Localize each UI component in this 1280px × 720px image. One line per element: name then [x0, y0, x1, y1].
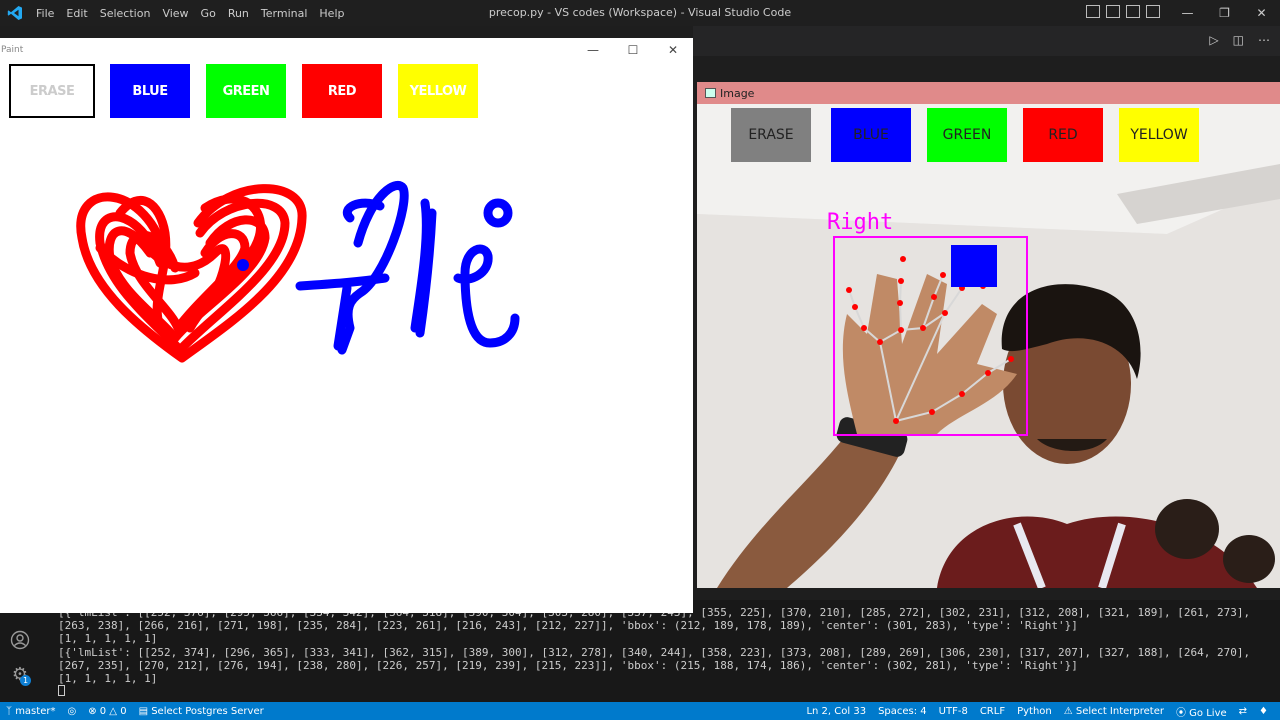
terminal-line: [1, 1, 1, 1, 1] — [58, 672, 158, 686]
postgres-status[interactable]: ▤ Select Postgres Server — [133, 706, 270, 717]
minimize-icon[interactable]: — — [1169, 0, 1206, 26]
menu-view[interactable]: View — [156, 7, 194, 20]
paint-erase-button[interactable]: ERASE — [9, 64, 95, 118]
brush-indicator — [951, 245, 997, 287]
menu-edit[interactable]: Edit — [60, 7, 93, 20]
image-titlebar: Image — [697, 82, 1280, 104]
camera-feed: Right ERASE BLUE GREEN RED YELLOW — [697, 104, 1280, 588]
editor-actions: ▷ ◫ ⋯ — [1209, 33, 1270, 47]
menu-bar: File Edit Selection View Go Run Terminal Help — [30, 7, 350, 20]
hand-label: Right — [827, 210, 893, 235]
vscode-logo-icon — [0, 0, 30, 26]
golive-label: Go Live — [1189, 707, 1227, 719]
golive-status[interactable]: ⦿ Go Live — [1170, 704, 1233, 719]
line-ending[interactable]: CRLF — [974, 706, 1011, 717]
paint-red-button[interactable]: RED — [302, 64, 382, 118]
interpreter-status[interactable]: ⚠ Select Interpreter — [1058, 706, 1170, 717]
image-red-button[interactable]: RED — [1023, 108, 1103, 162]
encoding[interactable]: UTF-8 — [933, 706, 974, 717]
notifications-bell-icon[interactable]: ♦ — [1253, 706, 1274, 717]
toggle-sidebar-icon[interactable] — [1086, 5, 1100, 18]
restore-icon[interactable]: ❐ — [1206, 0, 1243, 26]
terminal-line: [{'lmList': [[252, 374], [296, 365], [33… — [58, 645, 1257, 672]
image-window: Image Right ERASE BLUE GREEN RED YELLOW — [697, 82, 1280, 588]
paint-yellow-button[interactable]: YELLOW — [398, 64, 478, 118]
interpreter-label: Select Interpreter — [1075, 705, 1164, 717]
error-count: 0 — [99, 705, 107, 717]
toggle-secondary-sidebar-icon[interactable] — [1126, 5, 1140, 18]
language-mode[interactable]: Python — [1011, 706, 1058, 717]
terminal-panel[interactable]: [{'lmList': [[252, 376], [295, 366], [33… — [40, 600, 1280, 702]
activity-bar: ⚙ 1 — [0, 613, 40, 702]
terminal-line: [1, 1, 1, 1, 1] — [58, 632, 158, 646]
menu-terminal[interactable]: Terminal — [255, 7, 314, 20]
settings-gear-icon[interactable]: ⚙ 1 — [0, 657, 40, 691]
heart-drawing — [76, 184, 307, 363]
paint-green-button[interactable]: GREEN — [206, 64, 286, 118]
image-window-icon — [705, 88, 716, 98]
postgres-label: Select Postgres Server — [151, 705, 264, 717]
account-icon[interactable] — [0, 623, 40, 657]
remote-sync-icon[interactable]: ◎ — [61, 706, 82, 717]
blue-dot-drawing — [237, 259, 249, 271]
more-actions-icon[interactable]: ⋯ — [1258, 33, 1270, 47]
camera-scene: Right — [697, 104, 1280, 588]
terminal-output: [{'lmList': [[252, 376], [295, 366], [33… — [58, 606, 1268, 699]
branch-name: master* — [15, 705, 56, 717]
split-editor-icon[interactable]: ◫ — [1233, 33, 1244, 47]
cursor-position[interactable]: Ln 2, Col 33 — [800, 706, 872, 717]
problems-status[interactable]: ⊗ 0 △ 0 — [82, 706, 132, 717]
toggle-panel-icon[interactable] — [1106, 5, 1120, 18]
menu-selection[interactable]: Selection — [94, 7, 157, 20]
image-erase-button[interactable]: ERASE — [731, 108, 811, 162]
status-right: Ln 2, Col 33 Spaces: 4 UTF-8 CRLF Python… — [800, 702, 1274, 720]
run-file-icon[interactable]: ▷ — [1209, 33, 1218, 47]
settings-badge: 1 — [20, 675, 31, 686]
close-icon[interactable]: ✕ — [1243, 0, 1280, 26]
image-blue-button[interactable]: BLUE — [831, 108, 911, 162]
accounts-icon[interactable]: ⇄ — [1233, 706, 1253, 717]
status-bar: ᛉ master* ◎ ⊗ 0 △ 0 ▤ Select Postgres Se… — [0, 702, 1280, 720]
image-yellow-button[interactable]: YELLOW — [1119, 108, 1199, 162]
customize-layout-icon[interactable] — [1146, 5, 1160, 18]
branch-status[interactable]: ᛉ master* — [0, 706, 61, 717]
menu-run[interactable]: Run — [222, 7, 255, 20]
window-controls: — ❐ ✕ — [1169, 0, 1280, 26]
menu-help[interactable]: Help — [313, 7, 350, 20]
vscode-titlebar: File Edit Selection View Go Run Terminal Help p… — [0, 0, 1280, 26]
menu-file[interactable]: File — [30, 7, 60, 20]
layout-controls — [1086, 5, 1160, 18]
image-green-button[interactable]: GREEN — [927, 108, 1007, 162]
paint-canvas[interactable] — [0, 38, 693, 613]
blue-text-drawing — [295, 181, 520, 355]
image-title: Image — [720, 87, 755, 100]
paint-window: Paint — ☐ ✕ ERASE BLUE GREEN RED YELLOW — [0, 38, 693, 613]
editor-tabstrip: ▷ ◫ ⋯ — [693, 26, 1280, 56]
paint-blue-button[interactable]: BLUE — [110, 64, 190, 118]
menu-go[interactable]: Go — [195, 7, 222, 20]
warning-count: 0 — [120, 705, 127, 717]
indentation[interactable]: Spaces: 4 — [872, 706, 933, 717]
terminal-cursor — [58, 685, 65, 697]
